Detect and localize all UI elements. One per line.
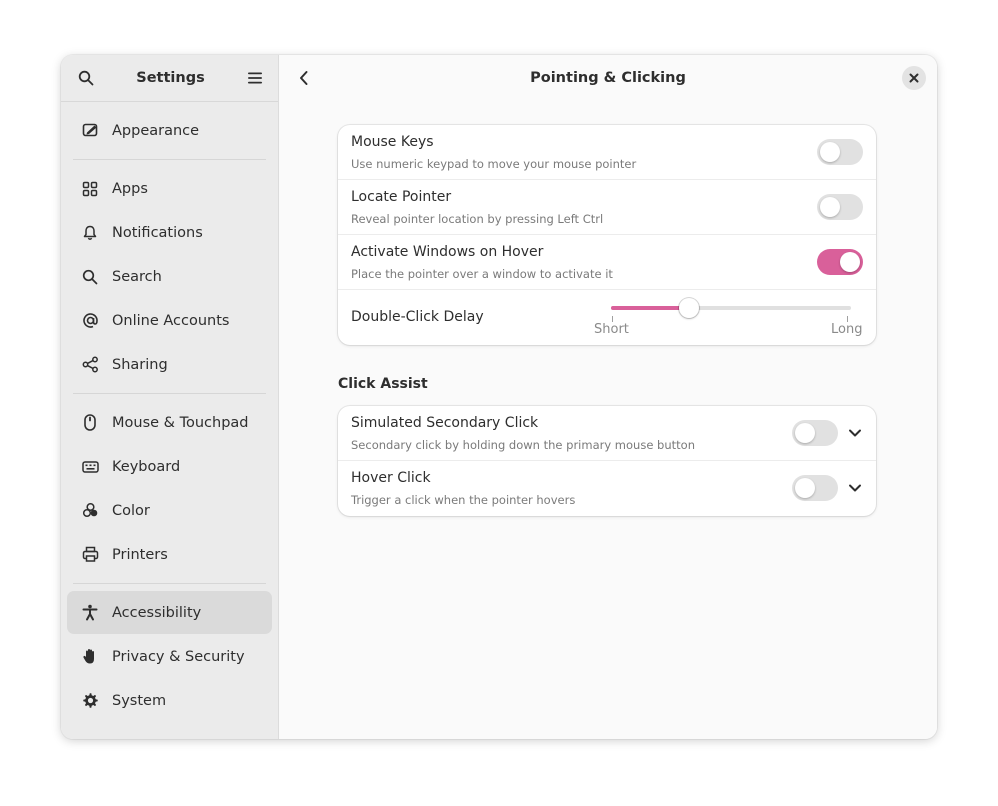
sidebar-title: Settings (136, 70, 205, 86)
sidebar-item-label: Notifications (112, 224, 203, 241)
switch-knob (820, 142, 840, 162)
switch-knob (820, 197, 840, 217)
secondary-click-row[interactable]: Simulated Secondary Click Secondary clic… (338, 406, 876, 461)
sidebar-item-label: Privacy & Security (112, 648, 245, 665)
sidebar-item-online-accounts[interactable]: Online Accounts (67, 299, 272, 342)
pointing-card: Mouse Keys Use numeric keypad to move yo… (338, 125, 876, 345)
main-panel: Pointing & Clicking Mouse Keys Use numer… (279, 55, 937, 739)
sidebar-item-system[interactable]: System (67, 679, 272, 722)
main-header: Pointing & Clicking (279, 55, 937, 101)
activate-hover-row: Activate Windows on Hover Place the poin… (338, 235, 876, 290)
switch-knob (795, 478, 815, 498)
sidebar-list: Appearance Apps Notifications Search Onl… (61, 102, 278, 722)
search-icon (78, 70, 94, 86)
sidebar-item-label: Sharing (112, 356, 168, 373)
keyboard-icon (81, 458, 99, 476)
close-button[interactable] (902, 66, 926, 90)
secondary-click-switch[interactable] (792, 420, 838, 446)
activate-hover-switch[interactable] (817, 249, 863, 275)
sidebar-separator (73, 159, 266, 160)
row-title: Activate Windows on Hover (351, 244, 544, 260)
sidebar-item-label: Accessibility (112, 604, 202, 621)
bell-icon (81, 224, 99, 242)
click-assist-heading: Click Assist (338, 376, 428, 392)
row-title: Simulated Secondary Click (351, 415, 539, 431)
mouse-keys-switch[interactable] (817, 139, 863, 165)
click-assist-card: Simulated Secondary Click Secondary clic… (338, 406, 876, 516)
main-menu-button[interactable] (244, 67, 266, 89)
sidebar-item-label: Mouse & Touchpad (112, 414, 249, 431)
sidebar-item-label: Search (112, 268, 162, 285)
sidebar-item-color[interactable]: Color (67, 489, 272, 532)
sidebar-item-privacy-security[interactable]: Privacy & Security (67, 635, 272, 678)
expand-button[interactable] (846, 424, 864, 442)
sidebar-item-label: Online Accounts (112, 312, 230, 329)
sidebar-item-label: Appearance (112, 122, 200, 139)
row-subtitle: Trigger a click when the pointer hovers (351, 493, 576, 507)
row-subtitle: Reveal pointer location by pressing Left… (351, 212, 604, 226)
locate-pointer-row: Locate Pointer Reveal pointer location b… (338, 180, 876, 235)
row-title: Locate Pointer (351, 189, 452, 205)
sidebar-item-label: Keyboard (112, 458, 181, 475)
gear-icon (81, 692, 99, 710)
locate-pointer-switch[interactable] (817, 194, 863, 220)
content: Mouse Keys Use numeric keypad to move yo… (338, 125, 876, 516)
slider-min-label: Short (594, 322, 629, 337)
sidebar-item-label: Color (112, 502, 150, 519)
sidebar-item-search[interactable]: Search (67, 255, 272, 298)
switch-knob (840, 252, 860, 272)
double-click-delay-slider[interactable]: Short Long (594, 290, 864, 345)
sidebar-item-keyboard[interactable]: Keyboard (67, 445, 272, 488)
row-subtitle: Secondary click by holding down the prim… (351, 438, 695, 452)
search-icon (81, 268, 99, 286)
chevron-down-icon (849, 429, 861, 437)
row-title: Double-Click Delay (351, 309, 484, 325)
sidebar-item-appearance[interactable]: Appearance (67, 109, 272, 152)
chevron-left-icon (300, 71, 308, 85)
back-button[interactable] (293, 67, 315, 89)
page-title: Pointing & Clicking (530, 70, 686, 86)
row-title: Hover Click (351, 470, 431, 486)
share-icon (81, 356, 99, 374)
hover-click-switch[interactable] (792, 475, 838, 501)
color-icon (81, 502, 99, 520)
close-icon (909, 73, 919, 83)
sidebar-separator (73, 393, 266, 394)
apps-icon (81, 180, 99, 198)
switch-knob (795, 423, 815, 443)
slider-thumb[interactable] (679, 298, 699, 318)
sidebar: Settings Appearance Apps Notifications S… (61, 55, 279, 739)
hand-icon (81, 648, 99, 666)
row-subtitle: Place the pointer over a window to activ… (351, 267, 613, 281)
printer-icon (81, 546, 99, 564)
row-subtitle: Use numeric keypad to move your mouse po… (351, 157, 637, 171)
sidebar-item-mouse-touchpad[interactable]: Mouse & Touchpad (67, 401, 272, 444)
at-icon (81, 312, 99, 330)
settings-window: Settings Appearance Apps Notifications S… (61, 55, 937, 739)
slider-max-label: Long (831, 322, 863, 337)
hover-click-row[interactable]: Hover Click Trigger a click when the poi… (338, 461, 876, 516)
expand-button[interactable] (846, 479, 864, 497)
sidebar-separator (73, 583, 266, 584)
sidebar-item-notifications[interactable]: Notifications (67, 211, 272, 254)
sidebar-item-label: Apps (112, 180, 148, 197)
accessibility-icon (81, 604, 99, 622)
sidebar-header: Settings (61, 55, 278, 102)
chevron-down-icon (849, 484, 861, 492)
appearance-icon (81, 122, 99, 140)
sidebar-item-apps[interactable]: Apps (67, 167, 272, 210)
search-button[interactable] (75, 67, 97, 89)
sidebar-item-sharing[interactable]: Sharing (67, 343, 272, 386)
hamburger-icon (247, 72, 262, 84)
sidebar-item-label: System (112, 692, 167, 709)
sidebar-item-label: Printers (112, 546, 168, 563)
double-click-delay-row: Double-Click Delay Short Long (338, 290, 876, 345)
sidebar-item-printers[interactable]: Printers (67, 533, 272, 576)
sidebar-item-accessibility[interactable]: Accessibility (67, 591, 272, 634)
mouse-keys-row: Mouse Keys Use numeric keypad to move yo… (338, 125, 876, 180)
row-title: Mouse Keys (351, 134, 434, 150)
mouse-icon (81, 414, 99, 432)
